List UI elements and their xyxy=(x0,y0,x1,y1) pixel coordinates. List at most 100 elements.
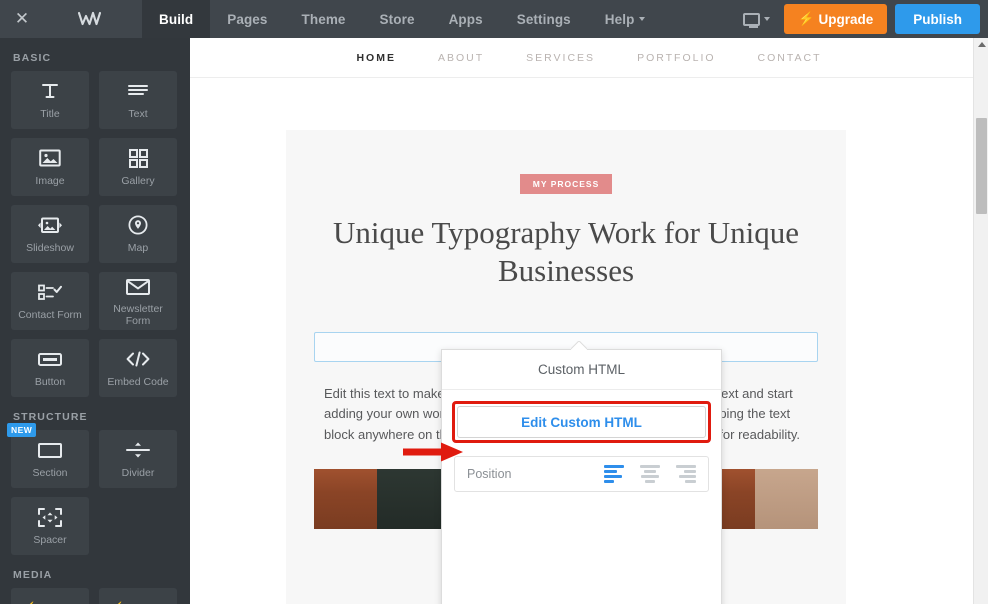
sidebar-item-map[interactable]: Map xyxy=(99,205,177,263)
nav-tab-store[interactable]: Store xyxy=(363,0,432,38)
spacer-icon xyxy=(38,505,62,529)
sidebar-item-section[interactable]: NEW Section xyxy=(7,423,89,488)
close-icon[interactable]: ✕ xyxy=(0,0,44,38)
image-icon xyxy=(39,146,61,170)
main-nav: Build Pages Theme Store Apps Settings He… xyxy=(142,0,662,38)
section-badge: MY PROCESS xyxy=(520,174,612,194)
sidebar-item-newsletter-form-label: Newsletter Form xyxy=(113,302,163,327)
sidebar-item-gallery-label: Gallery xyxy=(121,175,155,188)
nav-tab-build-label: Build xyxy=(159,11,194,27)
sidebar-item-title-label: Title xyxy=(40,108,60,121)
lightning-bolt-icon: ⚡ xyxy=(798,11,815,26)
nav-tab-apps-label: Apps xyxy=(448,11,483,27)
sidebar-item-map-label: Map xyxy=(127,242,149,255)
sidebar-item-video[interactable]: ⚡ xyxy=(11,588,89,604)
weebly-logo-icon[interactable] xyxy=(44,0,136,38)
sidebar-item-text[interactable]: Text xyxy=(99,71,177,129)
sidebar-item-contact-form-label: Contact Form xyxy=(18,308,82,321)
photo-tile xyxy=(755,469,818,530)
site-nav-services[interactable]: SERVICES xyxy=(526,52,595,64)
scrollbar-thumb[interactable] xyxy=(976,118,987,214)
chevron-down-icon xyxy=(639,17,646,21)
edit-custom-html-button[interactable]: Edit Custom HTML xyxy=(457,406,706,438)
map-pin-icon xyxy=(128,213,148,237)
page-body: MY PROCESS Unique Typography Work for Un… xyxy=(190,78,988,604)
sidebar-group-basic-title: BASIC xyxy=(13,52,52,64)
sidebar-item-image[interactable]: Image xyxy=(11,138,89,196)
position-row: Position xyxy=(454,456,709,492)
page-headline[interactable]: Unique Typography Work for Unique Busine… xyxy=(314,214,818,290)
photo-tile xyxy=(377,469,440,530)
divider-icon xyxy=(126,438,150,462)
sidebar-item-embed-code-label: Embed Code xyxy=(107,376,169,389)
popup-title: Custom HTML xyxy=(442,350,721,390)
nav-tab-build[interactable]: Build xyxy=(142,0,211,38)
nav-tab-pages-label: Pages xyxy=(227,11,268,27)
sidebar-item-text-label: Text xyxy=(128,108,148,121)
contact-form-icon xyxy=(38,281,62,305)
nav-tab-help-label: Help xyxy=(604,11,635,27)
nav-tab-theme[interactable]: Theme xyxy=(285,0,363,38)
canvas-margin-left xyxy=(190,118,286,604)
site-nav-about[interactable]: ABOUT xyxy=(438,52,484,64)
sidebar-item-spacer[interactable]: Spacer xyxy=(11,497,89,555)
alignment-options xyxy=(604,465,696,483)
sidebar-item-button[interactable]: Button xyxy=(11,339,89,397)
sidebar-group-media: ⚡ ⚡ xyxy=(0,588,190,604)
publish-button-label: Publish xyxy=(913,11,962,27)
toolbar-actions: ⚡ Upgrade Publish xyxy=(729,0,988,38)
new-badge: NEW xyxy=(7,423,37,437)
sidebar-item-embed-code[interactable]: Embed Code xyxy=(99,339,177,397)
sidebar-item-slideshow[interactable]: Slideshow xyxy=(11,205,89,263)
device-preview-button[interactable] xyxy=(729,12,784,28)
sidebar-item-contact-form[interactable]: Contact Form xyxy=(11,272,89,330)
chevron-down-icon xyxy=(764,17,771,21)
align-right-icon[interactable] xyxy=(676,465,696,483)
align-center-icon[interactable] xyxy=(640,465,660,483)
canvas-margin-right xyxy=(846,118,988,604)
site-nav-home[interactable]: HOME xyxy=(356,52,396,64)
sidebar-item-button-label: Button xyxy=(34,376,66,389)
gallery-grid-icon xyxy=(128,146,148,170)
upgrade-button-label: Upgrade xyxy=(818,11,874,27)
envelope-icon xyxy=(126,275,150,299)
edit-custom-html-highlight: Edit Custom HTML xyxy=(452,401,711,443)
sidebar-group-basic: Title Text Image Gallery Slideshow Map C… xyxy=(0,71,190,397)
sidebar-item-newsletter-form[interactable]: Newsletter Form xyxy=(99,272,177,330)
sidebar-item-gallery[interactable]: Gallery xyxy=(99,138,177,196)
elements-sidebar[interactable]: BASIC Title Text Image Gallery Slideshow… xyxy=(0,38,190,604)
publish-button[interactable]: Publish xyxy=(895,4,980,34)
title-icon xyxy=(41,79,59,103)
site-nav-contact[interactable]: CONTACT xyxy=(758,52,822,64)
nav-tab-pages[interactable]: Pages xyxy=(210,0,284,38)
align-left-icon[interactable] xyxy=(604,465,624,483)
sidebar-item-audio[interactable]: ⚡ xyxy=(99,588,177,604)
nav-tab-store-label: Store xyxy=(379,11,415,27)
weebly-editor: ✕ Build Pages Theme Store Apps Settings … xyxy=(0,0,988,604)
top-toolbar: ✕ Build Pages Theme Store Apps Settings … xyxy=(0,0,988,38)
scroll-up-arrow-icon[interactable] xyxy=(978,42,986,47)
nav-tab-help[interactable]: Help xyxy=(588,0,663,38)
sidebar-item-section-label: Section xyxy=(32,467,68,480)
sidebar-item-divider[interactable]: Divider xyxy=(99,430,177,488)
popup-pointer xyxy=(571,341,587,350)
site-nav-portfolio[interactable]: PORTFOLIO xyxy=(637,52,715,64)
site-preview-canvas[interactable]: HOME ABOUT SERVICES PORTFOLIO CONTACT MY… xyxy=(190,38,988,604)
sidebar-item-image-label: Image xyxy=(35,175,65,188)
section-icon xyxy=(38,438,62,462)
photo-tile xyxy=(314,469,377,530)
nav-tab-apps[interactable]: Apps xyxy=(432,0,500,38)
sidebar-group-structure: NEW Section Divider Spacer xyxy=(0,423,190,555)
sidebar-group-media-title: MEDIA xyxy=(13,569,53,581)
slideshow-icon xyxy=(37,213,63,237)
sidebar-item-divider-label: Divider xyxy=(121,467,155,480)
code-brackets-icon xyxy=(126,347,150,371)
custom-html-settings-popup: Custom HTML Edit Custom HTML Position xyxy=(441,349,722,604)
position-label: Position xyxy=(467,467,512,481)
upgrade-button[interactable]: ⚡ Upgrade xyxy=(784,4,888,34)
nav-tab-settings[interactable]: Settings xyxy=(500,0,588,38)
site-navigation: HOME ABOUT SERVICES PORTFOLIO CONTACT xyxy=(190,38,988,78)
sidebar-item-title[interactable]: Title xyxy=(11,71,89,129)
canvas-scrollbar[interactable] xyxy=(973,38,988,604)
nav-tab-theme-label: Theme xyxy=(301,11,346,27)
